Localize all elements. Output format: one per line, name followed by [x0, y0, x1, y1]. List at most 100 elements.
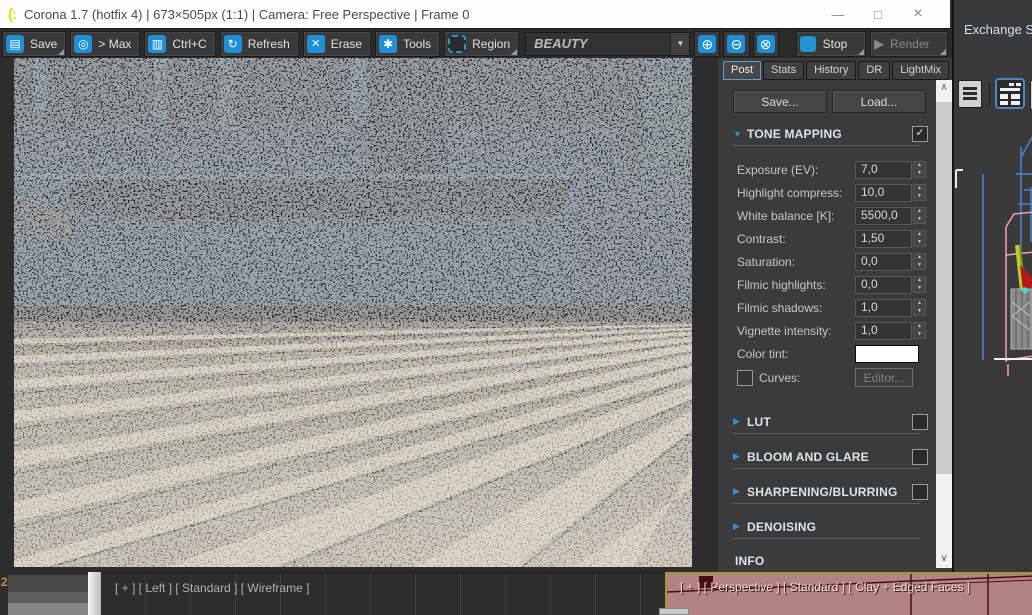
- flyout-corner: [940, 48, 947, 55]
- max-toolbar-icons: [954, 78, 1032, 112]
- zoom-out-button[interactable]: ⊖: [723, 30, 750, 57]
- saturation-input[interactable]: 0,0: [855, 252, 912, 271]
- workspace-layout-icon[interactable]: [995, 78, 1025, 109]
- exposure-input[interactable]: 7,0: [855, 160, 912, 179]
- post-tab-content: Save... Load... ▼ TONE MAPPING ✓ Exposur…: [718, 80, 936, 572]
- panel-scrollbar[interactable]: ∧ ∨: [936, 80, 952, 568]
- title-bar[interactable]: (: Corona 1.7 (hotfix 4) | 673×505px (1:…: [0, 0, 950, 29]
- bloom-glare-checkbox[interactable]: [912, 448, 928, 465]
- stop-icon: [799, 35, 816, 52]
- tab-history[interactable]: History: [806, 61, 857, 80]
- exposure-row: Exposure (EV): 7,0 ▲ ▼: [718, 158, 936, 181]
- scroll-up-icon[interactable]: ∧: [936, 80, 952, 97]
- highlight-compress-input[interactable]: 10,0: [855, 183, 912, 202]
- render-pass-selector[interactable]: BEAUTY ▼: [525, 31, 691, 56]
- tone-mapping-checkbox[interactable]: ✓: [912, 125, 928, 142]
- vignette-intensity-spinner[interactable]: ▲ ▼: [913, 322, 926, 339]
- perspective-viewport[interactable]: [ + ] [ Perspective ] [ Standard ] [ Cla…: [665, 572, 1032, 615]
- tab-stats[interactable]: Stats: [763, 61, 805, 80]
- sharpening-checkbox[interactable]: [912, 483, 928, 500]
- gear-icon: ✱: [379, 34, 398, 53]
- exposure-spinner[interactable]: ▲ ▼: [913, 161, 926, 178]
- region-icon: [448, 34, 467, 53]
- filmic-highlights-input[interactable]: 0,0: [855, 275, 912, 294]
- to-max-button[interactable]: ◎ > Max: [70, 30, 141, 57]
- maximize-button[interactable]: □: [858, 0, 898, 28]
- perspective-viewport-label[interactable]: [ + ] [ Perspective ] [ Standard ] [ Cla…: [680, 580, 970, 594]
- tab-post[interactable]: Post: [723, 61, 762, 80]
- timeline-track[interactable]: [ + ] [ Left ] [ Standard ] [ Wireframe …: [101, 572, 665, 615]
- curves-checkbox[interactable]: [737, 369, 753, 386]
- color-tint-row: Color tint:: [718, 342, 936, 365]
- save-button[interactable]: ▤ Save: [2, 30, 67, 57]
- flyout-corner: [511, 48, 518, 55]
- tools-button[interactable]: ✱ Tools: [375, 30, 441, 57]
- flyout-corner: [858, 48, 865, 55]
- refresh-icon: ↻: [223, 34, 242, 53]
- render-canvas[interactable]: [14, 58, 692, 567]
- stop-button[interactable]: Stop: [795, 30, 867, 57]
- exchange-store-label[interactable]: Exchange St: [964, 22, 1032, 37]
- zoom-reset-button[interactable]: ⊗: [752, 30, 779, 57]
- saturation-row: Saturation: 0,0 ▲ ▼: [718, 250, 936, 273]
- layers-icon[interactable]: [958, 80, 982, 108]
- panel-scroll-strip[interactable]: [88, 572, 101, 615]
- sharpening-header[interactable]: ▶ SHARPENING/BLURRING: [718, 483, 936, 500]
- rollout-bars: [8, 575, 88, 615]
- zoom-in-icon: ⊕: [698, 34, 717, 53]
- filmic-shadows-spinner[interactable]: ▲ ▼: [913, 299, 926, 316]
- tab-lightmix[interactable]: LightMix: [892, 61, 950, 80]
- render-button[interactable]: ▶ Render: [870, 30, 949, 57]
- vignette-intensity-input[interactable]: 1,0: [855, 321, 912, 340]
- white-balance-row: White balance [K]: 5500,0 ▲ ▼: [718, 204, 936, 227]
- denoising-header[interactable]: ▶ DENOISING: [718, 518, 936, 535]
- play-icon: ▶: [874, 35, 885, 51]
- flyout-corner: [58, 48, 65, 55]
- left-viewport-wireframe[interactable]: [954, 112, 1032, 412]
- filmic-highlights-spinner[interactable]: ▲ ▼: [913, 276, 926, 293]
- filmic-shadows-input[interactable]: 1,0: [855, 298, 912, 317]
- minimize-button[interactable]: —: [818, 0, 858, 28]
- lut-header[interactable]: ▶ LUT: [718, 413, 936, 430]
- save-settings-button[interactable]: Save...: [733, 90, 827, 113]
- load-settings-button[interactable]: Load...: [832, 90, 926, 113]
- time-slider-thumb[interactable]: [659, 608, 689, 615]
- max-bottom-strip: 2 [ + ] [ Left ] [ Standard ] [ Wirefram…: [0, 572, 1032, 615]
- region-button[interactable]: Region: [444, 30, 520, 57]
- vignette-intensity-row: Vignette intensity: 1,0 ▲ ▼: [718, 319, 936, 342]
- saturation-spinner[interactable]: ▲ ▼: [913, 253, 926, 270]
- save-icon: ▤: [6, 34, 24, 53]
- erase-icon: ×: [306, 34, 325, 53]
- info-header[interactable]: INFO: [718, 552, 936, 569]
- chevron-down-icon[interactable]: ▼: [670, 32, 690, 55]
- tone-mapping-header[interactable]: ▼ TONE MAPPING ✓: [718, 125, 936, 142]
- divider: [733, 145, 920, 146]
- white-balance-spinner[interactable]: ▲ ▼: [913, 207, 926, 224]
- scroll-down-icon[interactable]: ∨: [936, 551, 952, 568]
- filmic-shadows-row: Filmic shadows: 1,0 ▲ ▼: [718, 296, 936, 319]
- tab-dr[interactable]: DR: [858, 61, 891, 80]
- copy-button[interactable]: ▥ Ctrl+C: [144, 30, 216, 57]
- close-button[interactable]: ×: [898, 0, 938, 28]
- window-title: Corona 1.7 (hotfix 4) | 673×505px (1:1) …: [24, 6, 470, 22]
- divider: [733, 538, 920, 539]
- zoom-in-button[interactable]: ⊕: [694, 30, 721, 57]
- left-viewport-label[interactable]: [ + ] [ Left ] [ Standard ] [ Wireframe …: [115, 581, 309, 595]
- erase-button[interactable]: × Erase: [302, 30, 372, 57]
- divider: [733, 468, 920, 469]
- contrast-input[interactable]: 1,50: [855, 229, 912, 248]
- settings-panel: Post Stats History DR LightMix Save... L…: [718, 58, 952, 572]
- highlight-compress-spinner[interactable]: ▲ ▼: [913, 184, 926, 201]
- zoom-reset-icon: ⊗: [756, 34, 775, 53]
- contrast-spinner[interactable]: ▲ ▼: [913, 230, 926, 247]
- divider: [733, 503, 920, 504]
- divider: [733, 433, 920, 434]
- scrollbar-thumb[interactable]: [936, 102, 952, 474]
- refresh-button[interactable]: ↻ Refresh: [219, 30, 299, 57]
- curves-editor-button[interactable]: Editor...: [855, 368, 913, 387]
- bloom-glare-header[interactable]: ▶ BLOOM AND GLARE: [718, 448, 936, 465]
- color-tint-swatch[interactable]: [855, 344, 919, 363]
- white-balance-input[interactable]: 5500,0: [855, 206, 912, 225]
- render-image: [14, 58, 692, 567]
- lut-checkbox[interactable]: [912, 413, 928, 430]
